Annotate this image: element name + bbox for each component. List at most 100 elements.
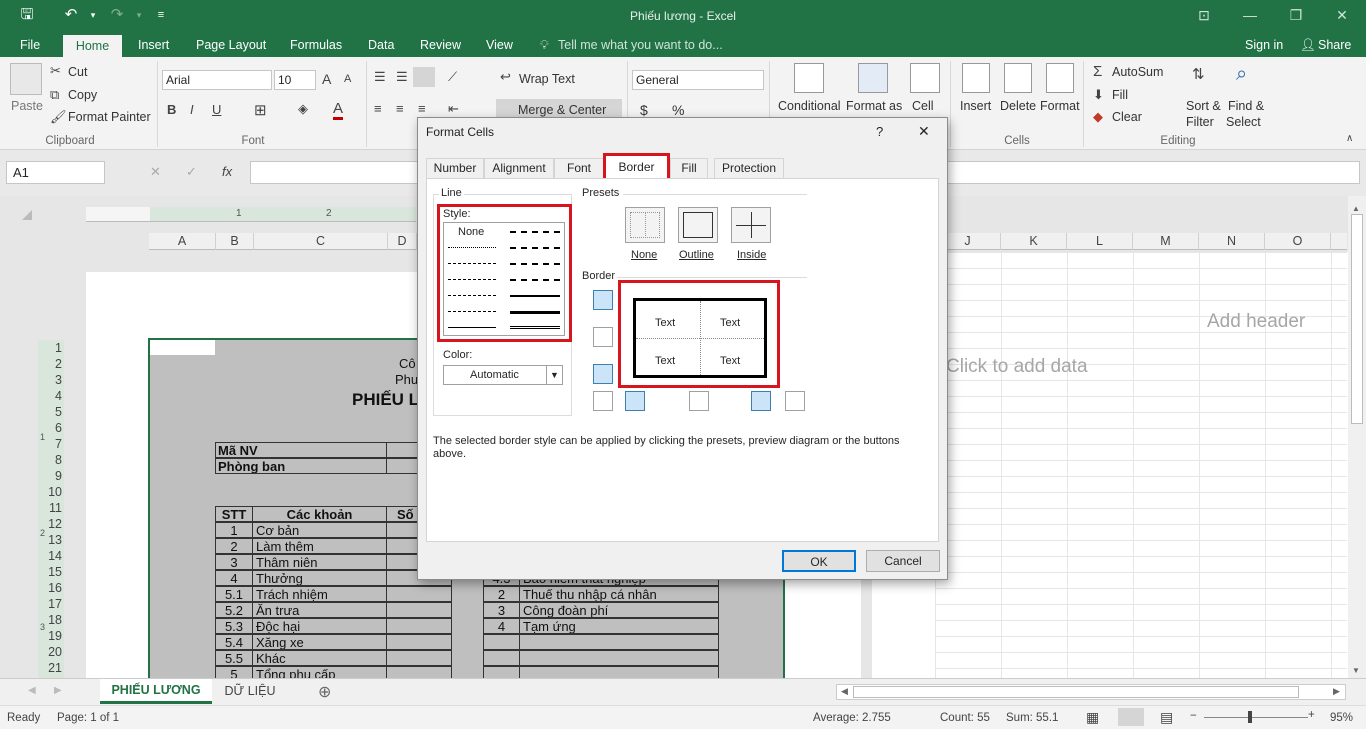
align-left-icon[interactable]: ≡ bbox=[374, 101, 382, 116]
currency-button[interactable]: $ bbox=[640, 102, 648, 118]
select-all-corner[interactable] bbox=[22, 210, 32, 220]
line-style-dotted[interactable] bbox=[448, 247, 496, 248]
zoom-out-icon[interactable]: − bbox=[1190, 710, 1197, 722]
format-button[interactable]: Format bbox=[1040, 99, 1080, 113]
clear-button[interactable]: Clear bbox=[1112, 110, 1142, 124]
format-painter-button[interactable]: Format Painter bbox=[68, 110, 151, 124]
sheet-tab-phieu-luong[interactable]: PHIẾU LƯƠNG bbox=[100, 679, 212, 704]
next-sheet-icon[interactable]: ▶ bbox=[54, 685, 62, 696]
preset-none-button[interactable] bbox=[625, 207, 665, 243]
row-header[interactable]: 6 bbox=[38, 420, 65, 436]
border-middle-vertical-button[interactable] bbox=[689, 391, 709, 411]
restore-icon[interactable]: ❐ bbox=[1276, 4, 1316, 26]
row-header[interactable]: 13 bbox=[38, 532, 65, 548]
name-box[interactable]: A1 bbox=[6, 161, 105, 184]
column-header[interactable]: K bbox=[1001, 233, 1067, 250]
copy-button[interactable]: Copy bbox=[68, 88, 97, 102]
row-header[interactable]: 14 bbox=[38, 548, 65, 564]
fill-button[interactable]: Fill bbox=[1112, 88, 1128, 102]
border-bottom-button[interactable] bbox=[593, 364, 613, 384]
close-window-icon[interactable]: ✕ bbox=[1322, 4, 1362, 26]
indent-icon[interactable]: ⇤ bbox=[448, 101, 459, 117]
normal-view-icon[interactable]: ▦ bbox=[1086, 709, 1099, 726]
tab-number[interactable]: Number bbox=[426, 158, 484, 178]
row-header[interactable]: 10 bbox=[38, 484, 65, 500]
border-middle-horizontal-button[interactable] bbox=[593, 327, 613, 347]
percent-button[interactable]: % bbox=[672, 102, 684, 118]
column-header[interactable]: A bbox=[149, 233, 216, 250]
row-header[interactable]: 19 bbox=[38, 628, 65, 644]
line-style-medium-dash-dot[interactable] bbox=[510, 263, 560, 265]
italic-button[interactable]: I bbox=[190, 102, 194, 117]
line-style-dash-dot[interactable] bbox=[448, 295, 496, 296]
ribbon-display-icon[interactable]: ⊡ bbox=[1184, 4, 1224, 26]
row-header[interactable]: 7 bbox=[38, 436, 65, 452]
cancel-entry-icon[interactable]: ✕ bbox=[150, 164, 161, 180]
row-header[interactable]: 5 bbox=[38, 404, 65, 420]
collapse-ribbon-icon[interactable]: ∧ bbox=[1346, 133, 1353, 144]
center-icon[interactable]: ≡ bbox=[396, 101, 404, 116]
cell-styles-button[interactable]: Cell bbox=[912, 99, 934, 113]
row-header[interactable]: 2 bbox=[38, 356, 65, 372]
row-header[interactable]: 3 bbox=[38, 372, 65, 388]
line-style-hair-dash[interactable] bbox=[448, 263, 496, 264]
vertical-scrollbar[interactable]: ▲ ▼ bbox=[1348, 196, 1366, 678]
share-button[interactable]: Share bbox=[1318, 38, 1351, 52]
prev-sheet-icon[interactable]: ◀ bbox=[28, 685, 36, 696]
column-header[interactable]: B bbox=[216, 233, 254, 250]
tab-review[interactable]: Review bbox=[420, 38, 461, 52]
row-header[interactable]: 15 bbox=[38, 564, 65, 580]
horizontal-scrollbar[interactable]: ◀ ▶ bbox=[836, 684, 1346, 700]
border-left-button[interactable] bbox=[625, 391, 645, 411]
bold-button[interactable]: B bbox=[167, 102, 176, 117]
insert-button[interactable]: Insert bbox=[960, 99, 991, 113]
row-header[interactable]: 1 bbox=[38, 340, 65, 356]
minimize-icon[interactable]: — bbox=[1230, 4, 1270, 26]
cut-button[interactable]: Cut bbox=[68, 65, 87, 79]
row-header[interactable]: 17 bbox=[38, 596, 65, 612]
sort-filter-button[interactable]: Sort & bbox=[1186, 99, 1221, 113]
dialog-close-button[interactable]: ✕ bbox=[918, 123, 930, 140]
zoom-slider-thumb[interactable] bbox=[1248, 711, 1252, 723]
page-break-view-icon[interactable]: ▤ bbox=[1160, 709, 1173, 726]
line-style-dash-dot-dot[interactable] bbox=[448, 279, 496, 280]
column-header[interactable]: C bbox=[254, 233, 388, 250]
line-style-thick[interactable] bbox=[510, 311, 560, 314]
zoom-level[interactable]: 95% bbox=[1330, 712, 1353, 724]
fill-color-icon[interactable]: ◈ bbox=[298, 101, 308, 117]
scroll-down-icon[interactable]: ▼ bbox=[1352, 666, 1360, 675]
line-style-double[interactable] bbox=[510, 326, 560, 329]
border-top-button[interactable] bbox=[593, 290, 613, 310]
dialog-help-button[interactable]: ? bbox=[876, 124, 883, 139]
zoom-slider[interactable] bbox=[1204, 717, 1308, 718]
tab-formulas[interactable]: Formulas bbox=[290, 38, 342, 52]
tab-page-layout[interactable]: Page Layout bbox=[196, 38, 266, 52]
add-sheet-icon[interactable]: ⊕ bbox=[318, 682, 331, 702]
row-header[interactable]: 12 bbox=[38, 516, 65, 532]
tab-file[interactable]: File bbox=[20, 38, 40, 52]
enter-check-icon[interactable]: ✓ bbox=[186, 164, 197, 180]
border-diagonal-down-button[interactable] bbox=[785, 391, 805, 411]
border-right-button[interactable] bbox=[751, 391, 771, 411]
column-header[interactable]: L bbox=[1067, 233, 1133, 250]
insert-function-icon[interactable]: fx bbox=[222, 164, 232, 179]
border-diagonal-up-button[interactable] bbox=[593, 391, 613, 411]
preset-inside-button[interactable] bbox=[731, 207, 771, 243]
vertical-scroll-thumb[interactable] bbox=[1351, 214, 1363, 424]
line-style-dashed[interactable] bbox=[448, 311, 496, 312]
row-header[interactable]: 11 bbox=[38, 500, 65, 516]
page-layout-view-icon[interactable] bbox=[1118, 708, 1144, 726]
row-header[interactable]: 8 bbox=[38, 452, 65, 468]
row-header[interactable]: 20 bbox=[38, 644, 65, 660]
horizontal-scroll-thumb[interactable] bbox=[853, 686, 1299, 698]
add-header-placeholder[interactable]: Add header bbox=[1207, 311, 1305, 333]
tell-me-search[interactable]: Tell me what you want to do... bbox=[558, 38, 723, 52]
preset-outline-button[interactable] bbox=[678, 207, 718, 243]
font-color-icon[interactable]: A bbox=[333, 100, 344, 120]
line-style-medium-dashed[interactable] bbox=[510, 279, 560, 281]
scroll-left-icon[interactable]: ◀ bbox=[841, 686, 848, 697]
row-header[interactable]: 9 bbox=[38, 468, 65, 484]
find-select-button[interactable]: Find & bbox=[1228, 99, 1264, 113]
tab-view[interactable]: View bbox=[486, 38, 513, 52]
borders-icon[interactable]: ⊞ bbox=[254, 101, 267, 119]
